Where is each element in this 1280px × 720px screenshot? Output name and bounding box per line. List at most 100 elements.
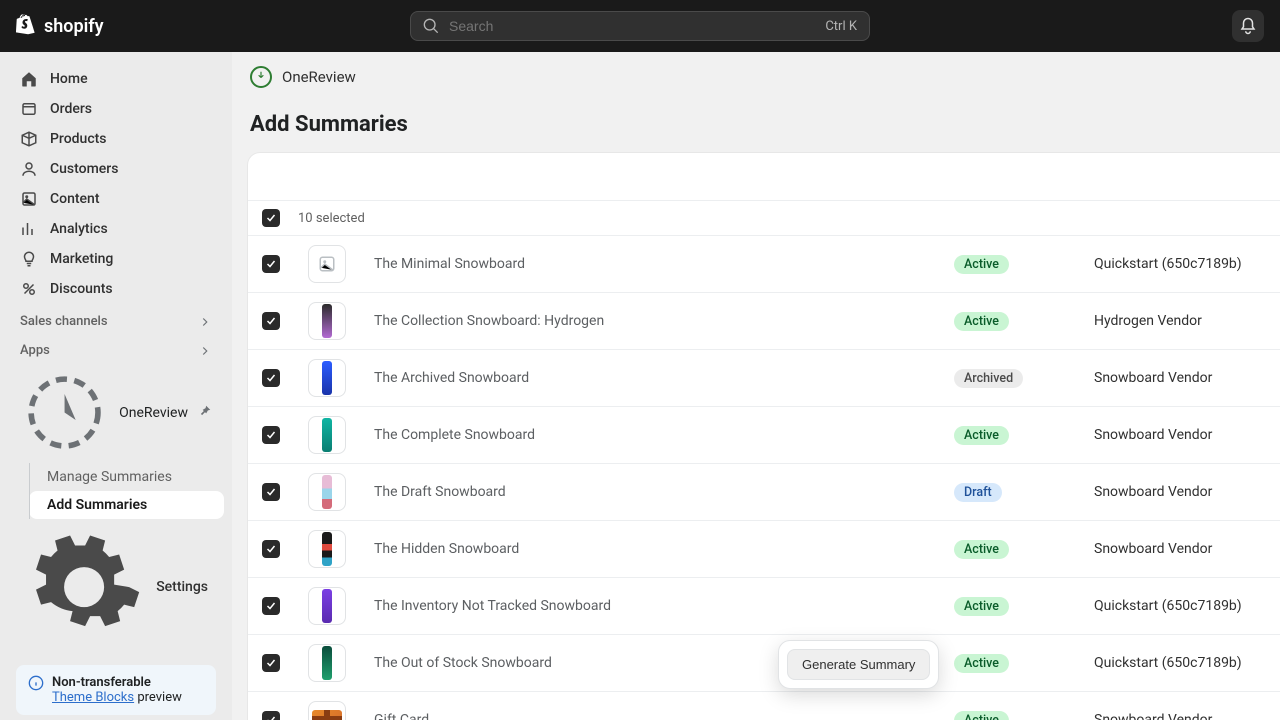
customers-icon <box>20 160 38 178</box>
topbar: shopify Ctrl K <box>0 0 1280 52</box>
sidebar-item-marketing[interactable]: Marketing <box>8 244 224 274</box>
product-name: The Hidden Snowboard <box>360 521 940 578</box>
product-name: The Complete Snowboard <box>360 407 940 464</box>
sidebar-app-onereview[interactable]: OneReview <box>8 362 224 463</box>
sidebar-item-content[interactable]: Content <box>8 184 224 214</box>
image-placeholder-icon <box>318 255 336 273</box>
check-icon <box>265 372 277 384</box>
subnav-manage-summaries[interactable]: Manage Summaries <box>29 463 224 491</box>
search-bar[interactable]: Ctrl K <box>410 11 870 41</box>
row-checkbox[interactable] <box>262 654 280 672</box>
check-icon <box>265 714 277 720</box>
info-icon <box>28 675 44 691</box>
status-badge: Archived <box>954 369 1023 388</box>
sidebar-settings[interactable]: Settings <box>12 519 220 655</box>
table-row[interactable]: The Archived Snowboard Archived Snowboard … <box>248 350 1280 407</box>
table-row[interactable]: The Minimal Snowboard Active Quickstart (6… <box>248 236 1280 293</box>
product-vendor: Quickstart (650c7189b) <box>1080 578 1280 635</box>
gear-icon <box>24 527 144 647</box>
status-badge: Active <box>954 255 1009 274</box>
brand-logo[interactable]: shopify <box>16 14 104 38</box>
table-row[interactable]: The Out of Stock SnowboardActiveQuicksta… <box>248 635 1280 692</box>
chevron-right-icon <box>198 315 212 329</box>
table-row[interactable]: The Hidden SnowboardActiveSnowboard Vend… <box>248 521 1280 578</box>
table-row[interactable]: Gift CardActiveSnowboard Vendor <box>248 692 1280 720</box>
sidebar-item-analytics[interactable]: Analytics <box>8 214 224 244</box>
row-checkbox[interactable] <box>262 540 280 558</box>
table-row[interactable]: The Collection Snowboard: Hydrogen Active… <box>248 293 1280 350</box>
subnav-add-summaries[interactable]: Add Summaries <box>29 491 224 519</box>
theme-blocks-link[interactable]: Theme Blocks <box>52 690 134 705</box>
app-icon <box>20 368 109 457</box>
product-vendor: Snowboard Vendor <box>1080 350 1280 407</box>
status-badge: Active <box>954 597 1009 616</box>
sidebar-item-discounts[interactable]: Discounts <box>8 274 224 304</box>
sidebar-item-home[interactable]: Home <box>8 64 224 94</box>
check-icon <box>265 543 277 555</box>
product-vendor: Snowboard Vendor <box>1080 464 1280 521</box>
table-row[interactable]: The Complete Snowboard Active Snowboard Ve… <box>248 407 1280 464</box>
check-icon <box>265 600 277 612</box>
product-thumbnail <box>308 701 346 720</box>
product-vendor: Snowboard Vendor <box>1080 407 1280 464</box>
row-checkbox[interactable] <box>262 597 280 615</box>
row-checkbox[interactable] <box>262 426 280 444</box>
card-header-blank <box>248 153 1280 201</box>
row-checkbox[interactable] <box>262 312 280 330</box>
product-vendor: Quickstart (650c7189b) <box>1080 635 1280 692</box>
status-badge: Active <box>954 654 1009 673</box>
pin-icon[interactable] <box>198 404 212 422</box>
product-name: The Minimal Snowboard <box>360 236 940 293</box>
search-input[interactable] <box>449 18 815 34</box>
check-icon <box>265 212 277 224</box>
status-badge: Active <box>954 312 1009 331</box>
chevron-right-icon <box>198 344 212 358</box>
floating-action-bar: Generate Summary <box>778 640 939 689</box>
product-name: The Inventory Not Tracked Snowboard <box>360 578 940 635</box>
status-badge: Active <box>954 711 1009 720</box>
analytics-icon <box>20 220 38 238</box>
brand-text: shopify <box>44 16 104 37</box>
product-thumbnail <box>308 245 346 283</box>
product-name: The Draft Snowboard <box>360 464 940 521</box>
page-title: Add Summaries <box>232 102 1280 153</box>
row-checkbox[interactable] <box>262 369 280 387</box>
selected-count: 10 selected <box>298 211 365 226</box>
check-icon <box>265 429 277 441</box>
search-icon <box>423 18 439 34</box>
section-sales-channels[interactable]: Sales channels <box>8 304 224 333</box>
section-apps[interactable]: Apps <box>8 333 224 362</box>
product-vendor: Quickstart (650c7189b) <box>1080 236 1280 293</box>
product-thumbnail <box>308 644 346 682</box>
table-row[interactable]: The Draft Snowboard Draft Snowboard Vendor <box>248 464 1280 521</box>
sidebar-item-customers[interactable]: Customers <box>8 154 224 184</box>
row-checkbox[interactable] <box>262 711 280 720</box>
product-thumbnail <box>308 530 346 568</box>
sidebar-item-products[interactable]: Products <box>8 124 224 154</box>
check-icon <box>265 258 277 270</box>
generate-summary-button[interactable]: Generate Summary <box>787 649 930 680</box>
search-shortcut: Ctrl K <box>825 19 857 34</box>
product-name: The Collection Snowboard: Hydrogen <box>360 293 940 350</box>
app-name: OneReview <box>282 68 356 86</box>
status-badge: Active <box>954 426 1009 445</box>
notice-theme-blocks: Non-transferable Theme Blocks preview <box>16 665 216 715</box>
orders-icon <box>20 100 38 118</box>
product-name: The Archived Snowboard <box>360 350 940 407</box>
check-icon <box>265 315 277 327</box>
status-badge: Draft <box>954 483 1002 502</box>
product-thumbnail <box>308 587 346 625</box>
notifications-button[interactable] <box>1232 10 1264 42</box>
row-checkbox[interactable] <box>262 483 280 501</box>
discounts-icon <box>20 280 38 298</box>
product-thumbnail <box>308 473 346 511</box>
product-table-card: 10 selected The Minimal Snowboard Active Q… <box>248 153 1280 720</box>
sidebar-item-orders[interactable]: Orders <box>8 94 224 124</box>
home-icon <box>20 70 38 88</box>
table-row[interactable]: The Inventory Not Tracked Snowboard Activ… <box>248 578 1280 635</box>
shopify-icon <box>16 14 38 38</box>
select-all-checkbox[interactable] <box>262 209 280 227</box>
product-thumbnail <box>308 302 346 340</box>
sidebar: HomeOrdersProductsCustomersContentAnalyt… <box>0 52 232 720</box>
row-checkbox[interactable] <box>262 255 280 273</box>
